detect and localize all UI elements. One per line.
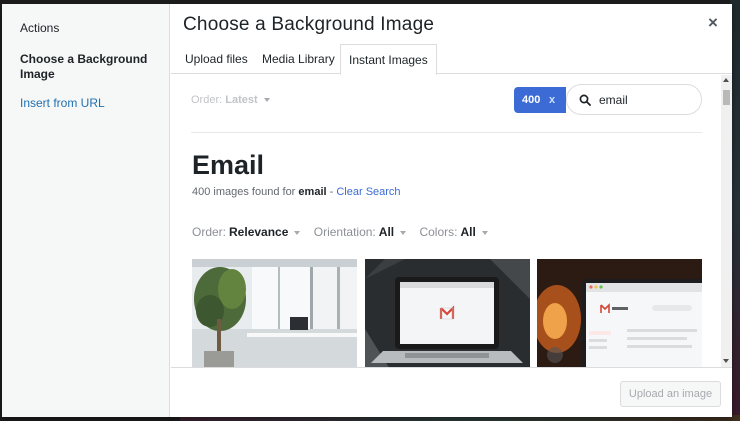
filter-colors-label: Colors: bbox=[419, 225, 458, 239]
clear-search-link[interactable]: Clear Search bbox=[336, 186, 400, 198]
results-count-text: 400 images found for bbox=[192, 186, 296, 198]
scroll-thumb[interactable] bbox=[723, 90, 730, 105]
tab-bar: Upload files Media Library Instant Image… bbox=[171, 44, 732, 75]
filter-order[interactable]: Order: Relevance bbox=[192, 225, 301, 239]
chevron-down-icon bbox=[294, 230, 301, 235]
filter-order-value: Relevance bbox=[229, 225, 289, 239]
screen: Actions Choose a Background Image Insert… bbox=[0, 0, 740, 421]
modal-title: Choose a Background Image bbox=[183, 14, 435, 35]
sidebar-item-choose-background[interactable]: Choose a Background Image bbox=[20, 52, 160, 82]
tab-instant-images[interactable]: Instant Images bbox=[340, 44, 437, 75]
search-field[interactable]: email bbox=[566, 84, 702, 115]
office-photo bbox=[192, 259, 357, 367]
instant-images-panel: Order: Latest 400 x email Email 400 imag… bbox=[171, 75, 721, 367]
scroll-up-icon[interactable] bbox=[723, 78, 729, 82]
top-order-label: Order: bbox=[191, 94, 223, 106]
panel-scrollbar[interactable] bbox=[721, 75, 732, 367]
results-separator: - bbox=[329, 186, 334, 198]
filter-order-label: Order: bbox=[192, 225, 227, 239]
results-term: email bbox=[298, 186, 327, 198]
results-summary: 400 images found for email - Clear Searc… bbox=[192, 186, 401, 198]
tab-upload-files[interactable]: Upload files bbox=[177, 44, 256, 74]
modal-footer: Upload an image bbox=[171, 367, 732, 417]
scroll-down-icon[interactable] bbox=[723, 359, 729, 363]
image-thumbnail-gmail-inbox[interactable] bbox=[537, 259, 702, 367]
search-icon bbox=[579, 94, 591, 106]
search-input[interactable]: email bbox=[599, 93, 628, 107]
close-icon[interactable]: × bbox=[704, 14, 722, 32]
filter-bar: Order: Relevance Orientation: All Colors: A… bbox=[192, 225, 498, 239]
top-order-select[interactable]: Order: Latest bbox=[191, 94, 270, 106]
modal-sidebar: Actions Choose a Background Image Insert… bbox=[2, 4, 170, 417]
inbox-photo bbox=[537, 259, 702, 367]
sidebar-heading: Actions bbox=[20, 21, 60, 35]
filter-colors-value: All bbox=[460, 225, 476, 239]
laptop-photo bbox=[365, 259, 530, 367]
image-thumbnail-office[interactable] bbox=[192, 259, 357, 367]
chevron-down-icon bbox=[400, 230, 407, 235]
media-modal: Actions Choose a Background Image Insert… bbox=[2, 4, 732, 417]
clear-count-button[interactable]: x bbox=[549, 87, 555, 113]
divider bbox=[191, 132, 702, 133]
image-grid bbox=[192, 259, 702, 367]
image-thumbnail-laptop-gmail[interactable] bbox=[365, 259, 530, 367]
upload-image-button[interactable]: Upload an image bbox=[620, 381, 721, 407]
results-heading: Email bbox=[192, 150, 265, 180]
filter-colors[interactable]: Colors: All bbox=[419, 225, 488, 239]
sidebar-item-insert-from-url[interactable]: Insert from URL bbox=[20, 96, 105, 110]
filter-orientation-value: All bbox=[378, 225, 395, 239]
chevron-down-icon bbox=[263, 98, 270, 103]
result-count-badge: 400 x bbox=[514, 87, 566, 113]
chevron-down-icon bbox=[481, 230, 488, 235]
top-order-value: Latest bbox=[225, 94, 258, 106]
tab-media-library[interactable]: Media Library bbox=[254, 44, 343, 74]
filter-orientation-label: Orientation: bbox=[313, 225, 376, 239]
result-count: 400 bbox=[522, 94, 541, 106]
filter-orientation[interactable]: Orientation: All bbox=[313, 225, 407, 239]
